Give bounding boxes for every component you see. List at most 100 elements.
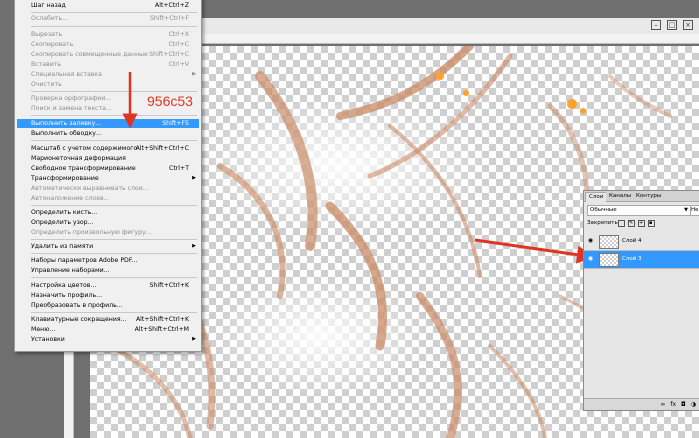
menu-item-label: Клавиатурные сокращения... xyxy=(31,316,127,323)
menu-item-label: Скопировать совмещенные данные xyxy=(31,51,148,58)
menu-item-color-settings[interactable]: Настройка цветов... Shift+Ctrl+K xyxy=(17,281,199,290)
tab-channels[interactable]: Каналы xyxy=(606,192,635,201)
menu-item-shortcut: Shift+Ctrl+C xyxy=(149,51,189,58)
menu-item-label: Скопировать xyxy=(31,41,74,48)
menu-item-copy-merged[interactable]: Скопировать совмещенные данные Shift+Ctrl… xyxy=(17,50,199,59)
menu-item-purge[interactable]: Удалить из памяти ▶ xyxy=(17,242,199,251)
menu-item-stroke[interactable]: Выполнить обводку... xyxy=(17,129,199,138)
footer-icons: ∞ fx ◘ ◑ xyxy=(660,401,696,408)
menu-item-shortcut: Alt+Shift+Ctrl+M xyxy=(134,326,189,333)
layers-panel-footer: ∞ fx ◘ ◑ xyxy=(584,398,699,410)
menu-item-convert-profile[interactable]: Преобразовать в профиль... xyxy=(17,301,199,310)
menu-item-cut[interactable]: Вырезать Ctrl+X xyxy=(17,30,199,39)
menu-item-paste-special[interactable]: Специальная вставка ▶ xyxy=(17,70,199,79)
menu-item-puppet-warp[interactable]: Марионеточная деформация xyxy=(17,154,199,163)
menu-item-label: Автоматически выравнивать слои... xyxy=(31,185,149,192)
menu-item-fill[interactable]: Выполнить заливку... Shift+F5 xyxy=(17,119,199,128)
link-icon[interactable]: ∞ xyxy=(660,401,665,408)
menu-item-label: Марионеточная деформация xyxy=(31,155,126,162)
document-tabbar: – □ × xyxy=(200,18,699,35)
restore-icon[interactable]: □ xyxy=(667,20,677,30)
lock-transparency-icon[interactable] xyxy=(618,220,625,227)
menu-item-pdf-presets[interactable]: Наборы параметров Adobe PDF... xyxy=(17,256,199,265)
menu-item-menus[interactable]: Меню... Alt+Shift+Ctrl+M xyxy=(17,325,199,334)
blend-mode-value: Обычные xyxy=(590,207,617,213)
menu-item-shortcut: Ctrl+T xyxy=(169,165,189,172)
menu-item-label: Наборы параметров Adobe PDF... xyxy=(31,257,138,264)
close-icon[interactable]: × xyxy=(683,20,693,30)
menu-item-keyboard-shortcuts[interactable]: Клавиатурные сокращения... Alt+Shift+Ctrl… xyxy=(17,315,199,324)
menu-item-label: Вырезать xyxy=(31,31,63,38)
menu-item-shortcut: Alt+Ctrl+Z xyxy=(155,2,189,9)
eye-icon[interactable]: ◉ xyxy=(586,255,595,263)
layer-row-selected[interactable]: ◉ Слой 3 xyxy=(584,251,699,269)
submenu-arrow-icon: ▶ xyxy=(192,243,196,249)
menu-item-label: Выполнить обводку... xyxy=(31,130,102,137)
opacity-field[interactable]: Непр xyxy=(690,205,699,216)
menu-item-label: Удалить из памяти xyxy=(31,243,94,250)
menu-item-free-transform[interactable]: Свободное трансформирование Ctrl+T xyxy=(17,164,199,173)
lock-pixels-icon[interactable]: ✎ xyxy=(628,220,635,227)
blend-mode-select[interactable]: Обычные ▼ xyxy=(587,205,691,216)
menu-item-shortcut: Shift+Ctrl+K xyxy=(149,282,190,289)
layers-panel: Слои Каналы Контуры Обычные ▼ Непр Закре… xyxy=(583,190,699,411)
chevron-down-icon: ▼ xyxy=(684,207,688,213)
menu-item-shortcut: Ctrl+V xyxy=(168,61,189,68)
lock-all-icon[interactable]: ▪ xyxy=(648,220,655,227)
menu-item-auto-blend[interactable]: Автоналожение слоев... xyxy=(17,194,199,203)
menu-item-label: Преобразовать в профиль... xyxy=(31,302,123,309)
layer-name: Слой 3 xyxy=(622,256,642,262)
lock-options: ✎ + ▪ xyxy=(618,220,655,227)
menu-item-label: Установки xyxy=(31,336,65,343)
menu-item-label: Назначить профиль... xyxy=(31,292,103,299)
menu-item-label: Определить произвольную фигуру... xyxy=(31,229,152,236)
menu-item-define-shape[interactable]: Определить произвольную фигуру... xyxy=(17,228,199,237)
menu-item-auto-align[interactable]: Автоматически выравнивать слои... xyxy=(17,184,199,193)
layers-panel-tabs: Слои Каналы Контуры xyxy=(584,191,699,202)
menu-item-label: Поиск и замена текста... xyxy=(31,105,112,112)
menu-separator xyxy=(31,312,197,313)
menu-separator xyxy=(31,91,197,92)
menu-item-paste[interactable]: Вставить Ctrl+V xyxy=(17,60,199,69)
menu-item-preferences[interactable]: Установки ▶ xyxy=(17,335,199,344)
layer-row[interactable]: ◉ Слой 4 xyxy=(584,233,699,251)
menu-separator xyxy=(31,277,197,278)
menu-item-shortcut: Shift+Ctrl+F xyxy=(149,15,189,22)
menu-item-label: Шаг назад xyxy=(31,2,66,9)
menu-item-label: Масштаб с учетом содержимого xyxy=(31,145,138,152)
menu-item-copy[interactable]: Скопировать Ctrl+C xyxy=(17,40,199,49)
menu-item-shortcut: Alt+Shift+Ctrl+K xyxy=(135,316,189,323)
menu-item-transform[interactable]: Трансформирование ▶ xyxy=(17,174,199,183)
menu-item-preset-manager[interactable]: Управление наборами... xyxy=(17,266,199,275)
menu-item-label: Определить узор... xyxy=(31,219,94,226)
menu-item-fade[interactable]: Ослабить... Shift+Ctrl+F xyxy=(17,14,199,23)
menu-item-label: Трансформирование xyxy=(31,175,99,182)
mask-icon[interactable]: ◘ xyxy=(681,401,686,408)
submenu-arrow-icon: ▶ xyxy=(192,336,196,342)
lock-label: Закрепить: xyxy=(587,220,620,226)
fx-icon[interactable]: fx xyxy=(670,401,676,408)
menu-separator xyxy=(31,26,197,27)
menu-item-label: Вставить xyxy=(31,61,61,68)
minimize-icon[interactable]: – xyxy=(651,20,661,30)
lock-position-icon[interactable]: + xyxy=(638,220,645,227)
menu-item-content-aware-scale[interactable]: Масштаб с учетом содержимого Alt+Shift+Ct… xyxy=(17,144,199,153)
tab-layers[interactable]: Слои xyxy=(585,192,608,202)
menu-item-assign-profile[interactable]: Назначить профиль... xyxy=(17,291,199,300)
menu-separator xyxy=(31,253,197,254)
adjustment-icon[interactable]: ◑ xyxy=(691,401,696,408)
menu-item-shortcut: Ctrl+X xyxy=(168,31,189,38)
menu-item-clear[interactable]: Очистить xyxy=(17,80,199,89)
eye-icon[interactable]: ◉ xyxy=(586,237,595,245)
submenu-arrow-icon: ▶ xyxy=(192,71,196,77)
menu-item-label: Автоналожение слоев... xyxy=(31,195,110,202)
annotation-color-code: 956c53 xyxy=(147,93,193,109)
menu-item-label: Определить кисть... xyxy=(31,209,98,216)
menu-item-define-pattern[interactable]: Определить узор... xyxy=(17,218,199,227)
menu-item-step-back[interactable]: Шаг назад Alt+Ctrl+Z xyxy=(17,1,199,10)
menu-separator xyxy=(31,12,197,13)
menu-separator xyxy=(31,140,197,141)
menu-item-define-brush[interactable]: Определить кисть... xyxy=(17,208,199,217)
menu-separator xyxy=(31,205,197,206)
tab-paths[interactable]: Контуры xyxy=(633,192,665,201)
